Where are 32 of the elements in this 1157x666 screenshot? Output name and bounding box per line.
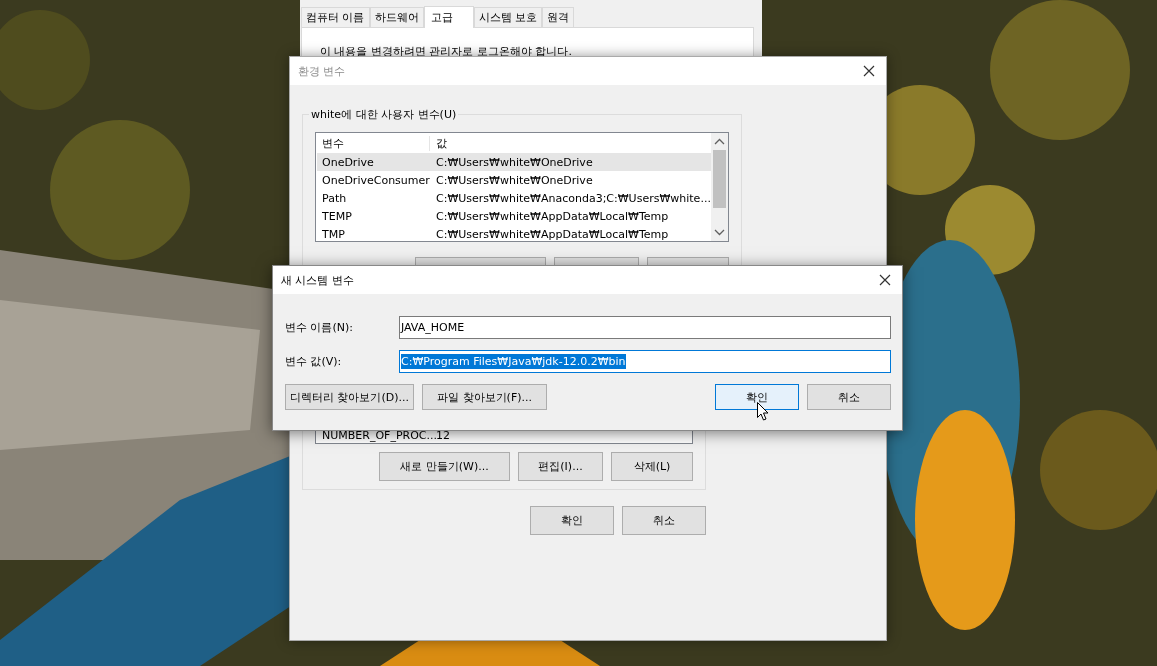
- field-label: 변수 이름(N):: [285, 319, 354, 335]
- edit-button[interactable]: 편집(I)...: [518, 452, 603, 481]
- variable-row[interactable]: NUMBER_OF_PROC...12: [317, 428, 692, 443]
- scrollbar[interactable]: [710, 133, 728, 241]
- column-header[interactable]: 변수: [317, 135, 430, 151]
- input-field[interactable]: JAVA_HOME: [399, 315, 891, 339]
- browse-directory-button[interactable]: 디렉터리 찾아보기(D)...: [285, 384, 415, 410]
- cancel-button[interactable]: 취소: [807, 384, 891, 410]
- tab[interactable]: 고급: [423, 6, 474, 28]
- tab[interactable]: 하드웨어: [369, 7, 424, 27]
- variable-row[interactable]: OneDriveConsumer C:₩Users₩white₩OneDrive: [317, 171, 711, 189]
- variable-row[interactable]: Path C:₩Users₩white₩Anaconda3;C:₩Users₩white...: [317, 189, 711, 207]
- tab[interactable]: 시스템 보호: [473, 7, 542, 27]
- tab[interactable]: 컴퓨터 이름: [301, 7, 370, 27]
- ok-button[interactable]: 확인: [715, 384, 799, 410]
- new-button[interactable]: 새로 만들기(W)...: [379, 452, 510, 481]
- browse-file-button[interactable]: 파일 찾아보기(F)...: [422, 384, 548, 410]
- input-field[interactable]: C:₩Program Files₩Java₩jdk-12.0.2₩bin: [399, 349, 891, 373]
- variable-row[interactable]: TEMP C:₩Users₩white₩AppData₩Local₩Temp: [317, 207, 711, 225]
- ok-button[interactable]: 확인: [530, 506, 614, 535]
- variable-row[interactable]: OneDrive C:₩Users₩white₩OneDrive: [317, 153, 711, 171]
- column-header[interactable]: 값: [430, 135, 447, 151]
- mouse-pointer-icon: [757, 402, 769, 421]
- notice-text: 이 내용을 변경하려면 관리자로 로그온해야 합니다.: [320, 45, 572, 58]
- delete-button[interactable]: 삭제(L): [611, 452, 693, 481]
- field-label: 변수 값(V):: [285, 353, 343, 369]
- variable-row[interactable]: TMP C:₩Users₩white₩AppData₩Local₩Temp: [317, 225, 711, 243]
- group-label: white에 대한 사용자 변수(U): [310, 107, 458, 122]
- window-title: 환경 변수: [298, 63, 346, 79]
- tab[interactable]: 원격: [542, 7, 574, 27]
- cancel-button[interactable]: 취소: [622, 506, 706, 535]
- window-title: 새 시스템 변수: [281, 272, 354, 288]
